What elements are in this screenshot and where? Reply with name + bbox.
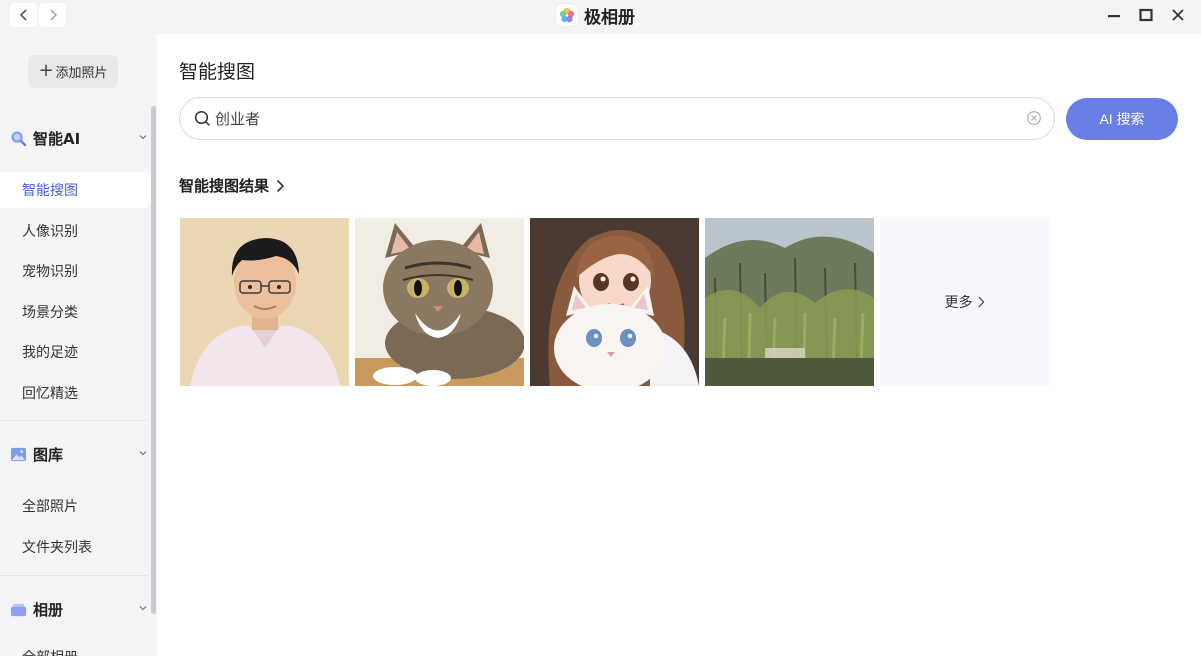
close-button[interactable] (1169, 4, 1187, 26)
forward-icon (49, 9, 57, 21)
minimize-icon (1108, 15, 1120, 18)
more-results-button[interactable]: 更多 (880, 218, 1049, 386)
sidebar-item-label: 全部照片 (22, 499, 78, 515)
sidebar-item-all-albums[interactable]: 全部相册 (0, 639, 151, 656)
section-label: 图库 (33, 445, 64, 464)
section-label: 相册 (33, 600, 64, 619)
chevron-down-icon (139, 135, 147, 140)
sidebar-item-label: 智能搜图 (22, 183, 78, 199)
sidebar-item-smart-search[interactable]: 智能搜图 (0, 172, 151, 208)
nav-buttons (10, 3, 66, 27)
sidebar-item-label: 场景分类 (22, 305, 78, 321)
back-icon (19, 9, 27, 21)
result-thumbnail-girl-cat[interactable] (530, 218, 699, 386)
chevron-down-icon (139, 451, 147, 456)
sidebar: + 添加照片 智能AI 智能搜图 人像识别 宠物识别 场景分类 我的足迹 回忆精… (0, 34, 157, 656)
sidebar-item-label: 文件夹列表 (22, 540, 92, 556)
minimize-button[interactable] (1105, 4, 1123, 26)
ai-search-icon (11, 130, 27, 146)
app-logo-icon (556, 4, 578, 26)
sidebar-item-label: 宠物识别 (22, 264, 78, 280)
add-photo-label: 添加照片 (55, 66, 108, 81)
title-bar: 极相册 (0, 0, 1201, 34)
result-thumbnail-cat[interactable] (355, 218, 524, 386)
album-icon (10, 603, 27, 616)
section-albums[interactable]: 相册 (10, 597, 150, 621)
result-thumbnail-portrait[interactable] (180, 218, 349, 386)
sidebar-item-label: 全部相册 (22, 647, 78, 656)
chevron-right-icon (978, 296, 984, 308)
page-title: 智能搜图 (179, 61, 256, 83)
section-label: 智能AI (33, 129, 81, 148)
ai-search-button[interactable]: AI 搜索 (1066, 98, 1178, 140)
close-icon (1172, 9, 1184, 21)
results-grid: 更多 (180, 218, 1049, 386)
sidebar-divider (0, 420, 148, 421)
willow-trees-photo (705, 218, 874, 386)
gallery-icon (10, 447, 27, 461)
section-gallery[interactable]: 图库 (10, 442, 150, 466)
sidebar-item-all-photos[interactable]: 全部照片 (0, 488, 151, 524)
plus-icon: + (38, 59, 54, 81)
sidebar-item-label: 人像识别 (22, 224, 78, 240)
girl-with-white-cat-illustration (530, 218, 699, 386)
tabby-cat-photo (355, 218, 524, 386)
sidebar-item-label: 我的足迹 (22, 345, 78, 361)
maximize-button[interactable] (1137, 4, 1155, 26)
results-title[interactable]: 智能搜图结果 (179, 175, 285, 196)
sidebar-scrollbar[interactable] (151, 106, 156, 614)
back-button[interactable] (10, 3, 37, 27)
app-title-text: 极相册 (584, 7, 635, 28)
main-content: 智能搜图 AI 搜索 智能搜图结果 (157, 34, 1201, 656)
results-title-text: 智能搜图结果 (179, 177, 270, 195)
chevron-down-icon (139, 606, 147, 611)
section-smart-ai[interactable]: 智能AI (10, 126, 150, 150)
search-icon (194, 110, 210, 126)
sidebar-item-my-footprints[interactable]: 我的足迹 (0, 334, 151, 370)
portrait-photo (180, 218, 349, 386)
search-input[interactable] (215, 109, 1005, 128)
sidebar-item-face-recognition[interactable]: 人像识别 (0, 213, 151, 249)
maximize-icon (1139, 8, 1153, 22)
sidebar-item-pet-recognition[interactable]: 宠物识别 (0, 253, 151, 289)
search-box[interactable] (179, 97, 1055, 140)
sidebar-divider (0, 575, 148, 576)
app-title: 极相册 (556, 3, 635, 28)
more-label: 更多 (944, 295, 973, 311)
sidebar-item-folder-list[interactable]: 文件夹列表 (0, 529, 151, 565)
sidebar-item-memories[interactable]: 回忆精选 (0, 375, 151, 411)
add-photo-button[interactable]: + 添加照片 (28, 55, 118, 88)
window-controls (1105, 4, 1187, 26)
sidebar-item-label: 回忆精选 (22, 386, 78, 402)
clear-icon[interactable] (1026, 110, 1042, 126)
chevron-right-icon (276, 179, 285, 192)
forward-button[interactable] (39, 3, 66, 27)
result-thumbnail-trees[interactable] (705, 218, 874, 386)
sidebar-item-scene-classification[interactable]: 场景分类 (0, 294, 151, 330)
